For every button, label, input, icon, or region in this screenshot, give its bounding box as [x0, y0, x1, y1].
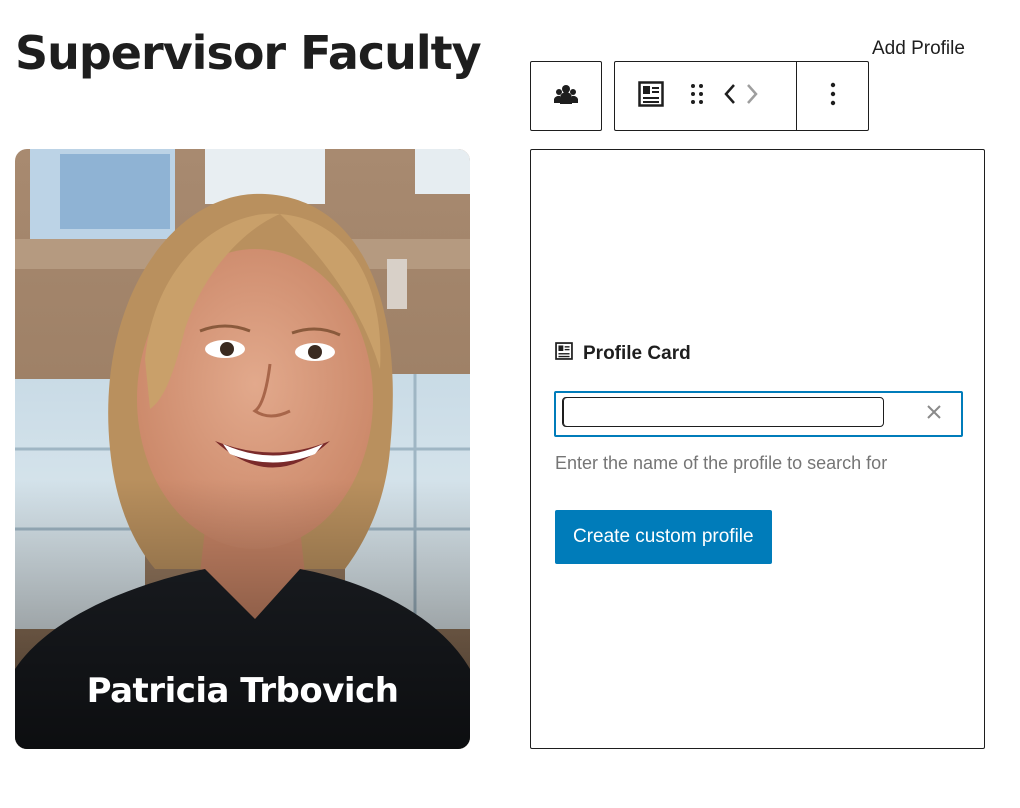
chevron-right-icon — [745, 83, 759, 110]
select-parent-block-button[interactable] — [530, 61, 602, 131]
more-vertical-icon — [829, 81, 837, 112]
create-custom-profile-button[interactable]: Create custom profile — [555, 510, 772, 564]
move-left-button[interactable] — [719, 62, 741, 130]
profile-card-icon — [638, 80, 664, 112]
profile-card-icon — [555, 342, 573, 366]
drag-handle[interactable] — [675, 62, 719, 130]
options-button[interactable] — [797, 62, 868, 130]
close-icon — [926, 404, 942, 425]
profile-photo — [15, 149, 470, 749]
search-help-text: Enter the name of the profile to search … — [555, 453, 888, 473]
move-right-button[interactable] — [741, 62, 763, 130]
search-field — [554, 391, 963, 437]
chevron-left-icon — [723, 83, 737, 110]
drag-handle-icon — [689, 82, 705, 111]
block-type-button[interactable] — [627, 62, 675, 130]
profile-search-panel: Profile Card Enter the name of the profi… — [530, 149, 985, 749]
add-profile-label: Add Profile — [872, 38, 965, 59]
profile-search-input[interactable] — [562, 397, 884, 427]
panel-label-text: Profile Card — [583, 343, 691, 364]
panel-label: Profile Card — [555, 342, 691, 366]
block-toolbar — [614, 61, 869, 131]
people-group-icon — [553, 82, 579, 111]
clear-search-button[interactable] — [923, 403, 945, 425]
profile-card-preview[interactable]: Patricia Trbovich — [15, 149, 470, 749]
profile-name: Patricia Trbovich — [86, 671, 399, 711]
page-title: Supervisor Faculty — [15, 26, 482, 80]
